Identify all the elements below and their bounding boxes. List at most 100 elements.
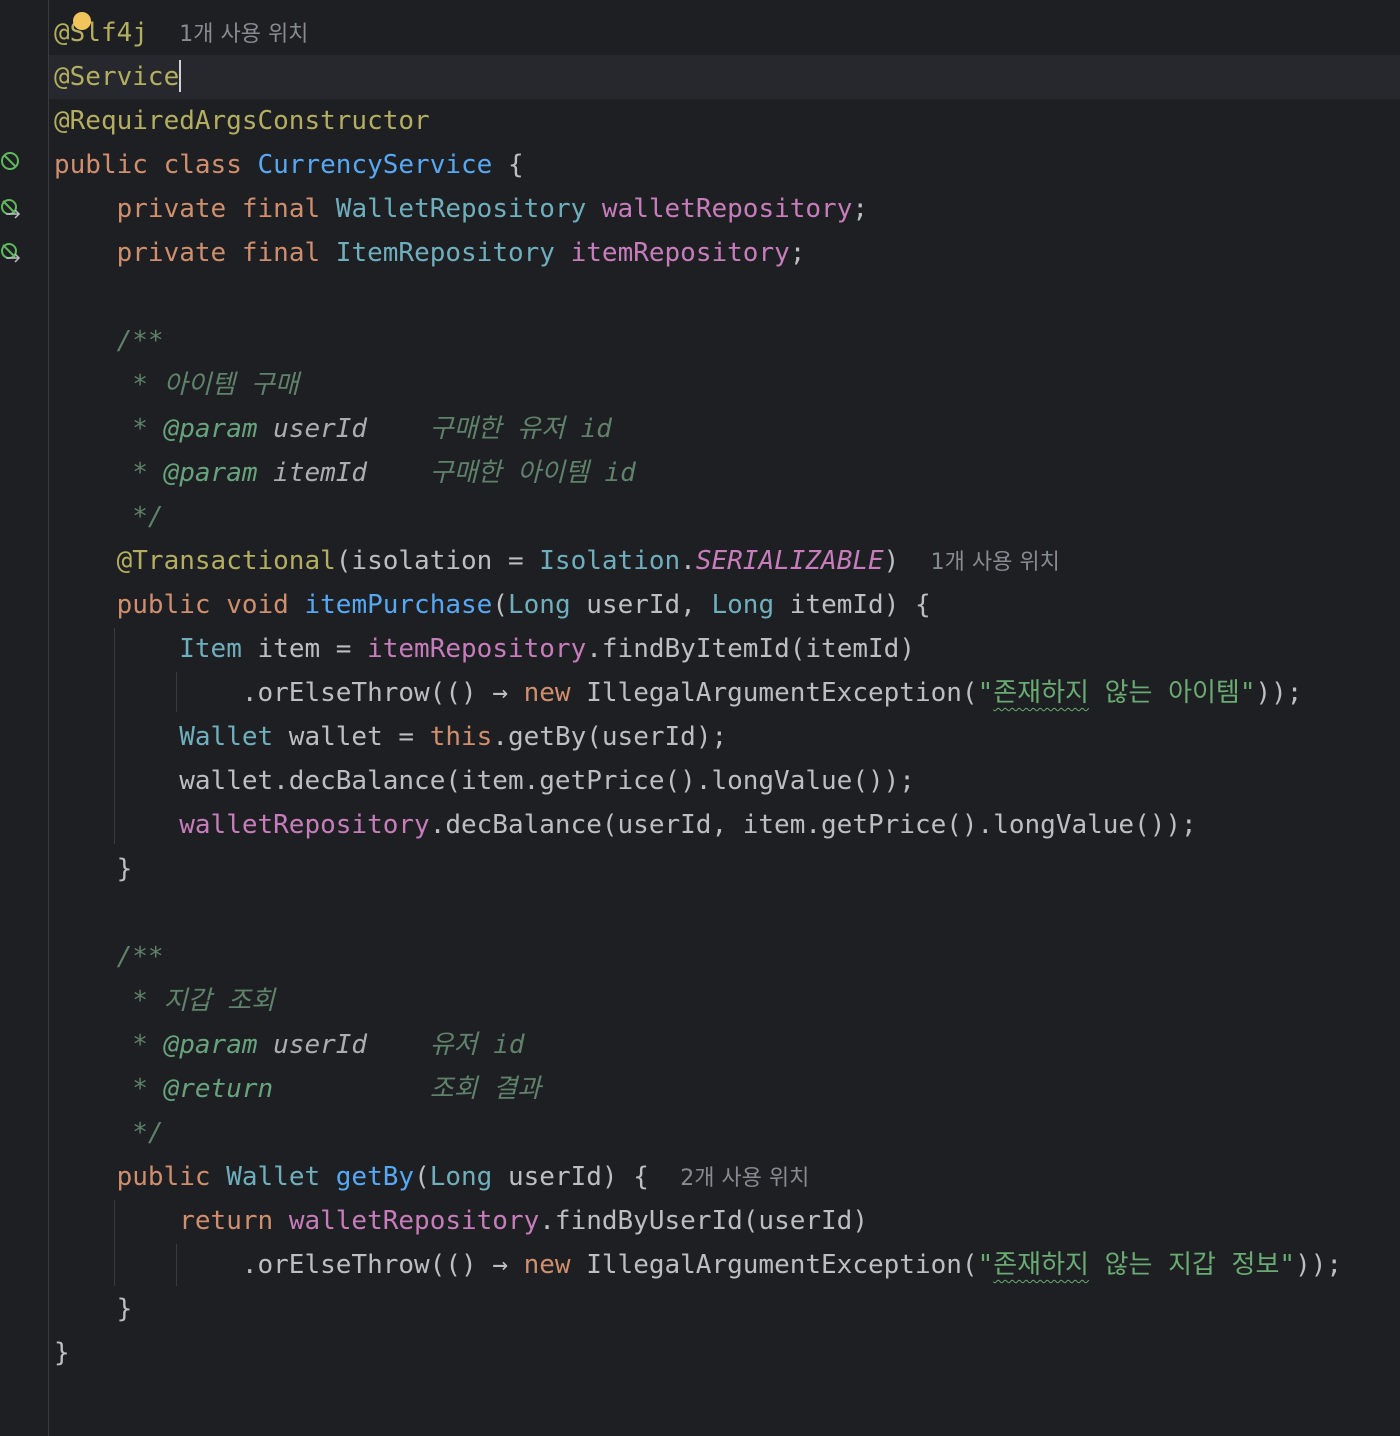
keyword: new (523, 678, 571, 708)
string-literal-typo[interactable]: 존재하지 (993, 1250, 1089, 1280)
code-line[interactable]: wallet.decBalance(item.getPrice().longVa… (54, 759, 915, 803)
javadoc: /** (116, 326, 164, 356)
code-text: ( (492, 590, 508, 620)
code-editor[interactable]: @Slf4j 1개 사용 위치 @Service @RequiredArgsCo… (0, 0, 1400, 1436)
code-text: ( (414, 1162, 430, 1192)
bean-icon[interactable] (0, 150, 22, 172)
code-text: } (116, 1294, 133, 1324)
annotation: @Service (54, 62, 180, 92)
javadoc: * (116, 458, 164, 488)
code-line[interactable]: * @param userId 구매한 유저 id (54, 407, 612, 451)
usage-hint[interactable]: 1개 사용 위치 (931, 550, 1060, 575)
keyword: return (179, 1206, 274, 1236)
type-name: WalletRepository (335, 194, 587, 224)
keyword: final (241, 238, 321, 268)
code-line[interactable]: .orElseThrow(() → new IllegalArgumentExc… (54, 671, 1303, 715)
type-name: Long (429, 1162, 493, 1192)
javadoc: */ (116, 502, 164, 532)
keyword: private (116, 238, 227, 268)
editor-gutter (0, 0, 49, 1436)
field-name: walletRepository (288, 1206, 540, 1236)
code-text: )); (1295, 1250, 1343, 1280)
javadoc: /** (116, 942, 164, 972)
code-line[interactable]: public class CurrencyService { (54, 143, 524, 187)
code-line[interactable]: * @param userId 유저 id (54, 1023, 525, 1067)
javadoc: * 지갑 조회 (116, 986, 275, 1016)
code-text: userId, (570, 590, 712, 620)
string-literal: 않는 지갑 정보" (1088, 1250, 1296, 1280)
code-line[interactable]: } (54, 847, 133, 891)
javadoc-tag: @param (163, 458, 258, 488)
javadoc: * (116, 414, 164, 444)
usage-hint[interactable]: 1개 사용 위치 (179, 22, 308, 47)
code-line[interactable]: */ (54, 1111, 164, 1155)
type-name: Wallet (179, 722, 274, 752)
code-line[interactable]: private final WalletRepository walletRep… (54, 187, 868, 231)
code-text: itemId) { (774, 590, 931, 620)
code-text: ; (789, 238, 806, 268)
code-line[interactable]: return walletRepository.findByUserId(use… (54, 1199, 868, 1243)
code-line[interactable]: walletRepository.decBalance(userId, item… (54, 803, 1197, 847)
code-line[interactable]: public Wallet getBy(Long userId) { 2개 사용… (54, 1155, 810, 1199)
keyword: public (116, 1162, 211, 1192)
autowired-bean-icon[interactable] (0, 198, 22, 220)
lightbulb-icon[interactable] (73, 12, 91, 30)
code-text: .decBalance(userId, item.getPrice().long… (429, 810, 1197, 840)
javadoc: * (116, 1074, 164, 1104)
code-line[interactable]: @Slf4j 1개 사용 위치 (54, 11, 308, 55)
keyword: class (163, 150, 242, 180)
code-line[interactable]: private final ItemRepository itemReposit… (54, 231, 806, 275)
code-text: ) (883, 546, 900, 576)
field-name: itemRepository (570, 238, 790, 268)
code-line[interactable]: /** (54, 935, 164, 979)
field-name: walletRepository (179, 810, 430, 840)
code-line[interactable]: } (54, 1287, 133, 1331)
keyword: this (429, 722, 493, 752)
code-line[interactable]: * 아이템 구매 (54, 363, 299, 407)
annotation: @Slf4j (54, 18, 148, 48)
string-literal: 않는 아이템" (1088, 678, 1256, 708)
javadoc: 조회 결과 (273, 1074, 542, 1104)
string-literal: " (977, 678, 994, 708)
code-line[interactable]: } (54, 1331, 70, 1375)
code-line[interactable]: @Transactional(isolation = Isolation.SER… (54, 539, 1060, 583)
class-name: CurrencyService (257, 150, 493, 180)
code-line[interactable]: .orElseThrow(() → new IllegalArgumentExc… (54, 1243, 1342, 1287)
javadoc-tag: @param (163, 1030, 258, 1060)
annotation: @Transactional (116, 546, 336, 576)
code-line[interactable]: * @param itemId 구매한 아이템 id (54, 451, 636, 495)
code-line[interactable]: * @return 조회 결과 (54, 1067, 541, 1111)
code-text: } (116, 854, 133, 884)
code-text: .orElseThrow(() → (241, 678, 524, 708)
code-text: { (492, 150, 524, 180)
javadoc: 구매한 아이템 id (367, 458, 636, 488)
code-line-current[interactable]: @Service (49, 55, 1400, 99)
code-line[interactable]: public void itemPurchase(Long userId, Lo… (54, 583, 931, 627)
string-literal-typo[interactable]: 존재하지 (993, 678, 1089, 708)
code-line[interactable]: */ (54, 495, 164, 539)
code-text: } (54, 1338, 70, 1368)
javadoc-tag: @param (163, 414, 258, 444)
keyword: public (116, 590, 211, 620)
keyword: private (116, 194, 227, 224)
code-line[interactable]: * 지갑 조회 (54, 979, 275, 1023)
text-caret (179, 59, 182, 92)
javadoc: * 아이템 구매 (116, 370, 299, 400)
code-line[interactable]: @RequiredArgsConstructor (54, 99, 430, 143)
autowired-bean-icon[interactable] (0, 242, 22, 264)
code-text: .findByUserId(userId) (539, 1206, 868, 1236)
javadoc: */ (116, 1118, 164, 1148)
code-text: IllegalArgumentException( (570, 678, 978, 708)
code-text: .orElseThrow(() → (241, 1250, 524, 1280)
javadoc-param: userId (257, 1030, 368, 1060)
keyword: new (523, 1250, 571, 1280)
code-line[interactable]: /** (54, 319, 164, 363)
type-name: Wallet (226, 1162, 321, 1192)
usage-hint[interactable]: 2개 사용 위치 (680, 1166, 809, 1191)
code-text: )); (1255, 678, 1303, 708)
constant: SERIALIZABLE (695, 546, 884, 576)
keyword: final (241, 194, 321, 224)
code-line[interactable]: Item item = itemRepository.findByItemId(… (54, 627, 915, 671)
javadoc: 유저 id (367, 1030, 525, 1060)
code-line[interactable]: Wallet wallet = this.getBy(userId); (54, 715, 727, 759)
